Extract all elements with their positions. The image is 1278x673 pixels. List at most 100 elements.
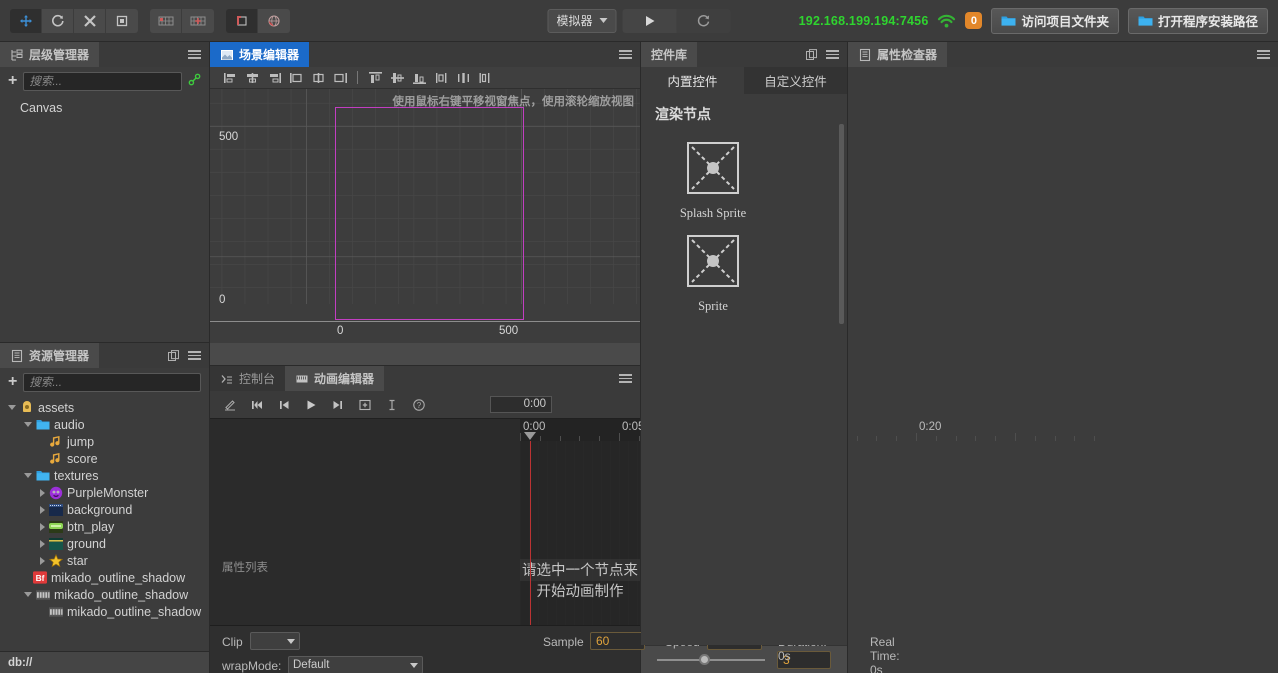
hierarchy-add-button[interactable]: + bbox=[8, 73, 17, 89]
hierarchy-menu-icon[interactable] bbox=[188, 50, 201, 59]
duplicate-panel-icon[interactable] bbox=[806, 48, 818, 61]
property-list-column[interactable]: 属性列表 bbox=[210, 419, 520, 625]
widget-item-sprite[interactable]: Sprite bbox=[655, 235, 771, 314]
slider-knob[interactable] bbox=[699, 653, 710, 665]
sample-input[interactable]: 60 bbox=[590, 632, 645, 650]
tab-builtin-widgets[interactable]: 内置控件 bbox=[641, 67, 744, 94]
add-keyframe-button[interactable] bbox=[357, 397, 372, 412]
notification-badge[interactable]: 0 bbox=[965, 12, 983, 29]
chevron-right-icon[interactable] bbox=[40, 522, 45, 531]
asset-tree-item[interactable]: mikado_outline_shadow bbox=[0, 586, 209, 603]
tab-widget-library[interactable]: 控件库 bbox=[641, 42, 698, 67]
link-icon[interactable] bbox=[188, 73, 201, 89]
snap-grid-tool-button[interactable] bbox=[182, 8, 214, 33]
chevron-down-icon[interactable] bbox=[8, 405, 16, 410]
asset-add-button[interactable]: + bbox=[8, 374, 17, 390]
current-time-field[interactable]: 0:00 bbox=[490, 396, 552, 413]
preview-reload-button[interactable] bbox=[676, 8, 731, 33]
asset-tree-item[interactable]: background bbox=[0, 501, 209, 518]
simulator-dropdown[interactable]: 模拟器 bbox=[547, 8, 617, 33]
move-tool-button[interactable] bbox=[10, 8, 42, 33]
play-button[interactable] bbox=[303, 397, 318, 412]
tab-custom-widgets[interactable]: 自定义控件 bbox=[744, 67, 847, 94]
edit-mode-button[interactable] bbox=[222, 397, 237, 412]
clip-dropdown[interactable] bbox=[250, 632, 300, 650]
tab-hierarchy[interactable]: 层级管理器 bbox=[0, 42, 100, 67]
rect-tool-button[interactable] bbox=[106, 8, 138, 33]
asset-tree-item[interactable]: ground bbox=[0, 535, 209, 552]
asset-tree-item[interactable]: star bbox=[0, 552, 209, 569]
scale-tool-button[interactable] bbox=[74, 8, 106, 33]
chevron-down-icon[interactable] bbox=[24, 592, 32, 597]
widget-menu-icon[interactable] bbox=[826, 50, 839, 59]
chevron-right-icon[interactable] bbox=[40, 505, 45, 514]
widget-item-splash-sprite[interactable]: Splash Sprite bbox=[655, 142, 771, 221]
tab-console[interactable]: 控制台 bbox=[210, 366, 286, 391]
align-horizontal-center-tool[interactable] bbox=[242, 69, 262, 87]
widget-list[interactable]: 渲染节点 Splash Sprite Sprite bbox=[641, 94, 847, 645]
animation-track-area[interactable]: 请选中一个节点来开始动画制作 bbox=[520, 419, 640, 625]
timeline-playhead[interactable] bbox=[530, 419, 531, 625]
align-right-tool[interactable] bbox=[264, 69, 284, 87]
distribute-center-tool[interactable] bbox=[308, 69, 328, 87]
align-top-tool[interactable] bbox=[365, 69, 385, 87]
align-left-tool[interactable] bbox=[220, 69, 240, 87]
hierarchy-node-canvas[interactable]: Canvas bbox=[0, 99, 209, 116]
distribute-right-tool[interactable] bbox=[330, 69, 350, 87]
asset-search-input[interactable]: 搜索... bbox=[23, 372, 201, 392]
open-project-folder-button[interactable]: 访问项目文件夹 bbox=[991, 7, 1119, 34]
chevron-down-icon[interactable] bbox=[24, 422, 32, 427]
jump-start-button[interactable] bbox=[249, 397, 264, 412]
asset-tree-item[interactable]: mikado_outline_shadow bbox=[0, 603, 209, 620]
align-bottom-tool[interactable] bbox=[409, 69, 429, 87]
chevron-down-icon[interactable] bbox=[24, 473, 32, 478]
timeline-tick bbox=[520, 433, 521, 441]
inspector-menu-group bbox=[1249, 42, 1278, 67]
help-button[interactable]: ? bbox=[411, 397, 426, 412]
widget-scrollbar[interactable] bbox=[839, 124, 844, 324]
chevron-right-icon[interactable] bbox=[40, 488, 45, 497]
playhead-handle[interactable] bbox=[524, 432, 536, 440]
asset-tree-item[interactable]: PurpleMonster bbox=[0, 484, 209, 501]
asset-tree-item[interactable]: jump bbox=[0, 433, 209, 450]
align-vertical-center-tool[interactable] bbox=[387, 69, 407, 87]
gizmo-local-tool-button[interactable] bbox=[226, 8, 258, 33]
distribute-left-tool[interactable] bbox=[286, 69, 306, 87]
preview-play-button[interactable] bbox=[622, 8, 677, 33]
asset-menu-icon[interactable] bbox=[188, 351, 201, 360]
chevron-right-icon[interactable] bbox=[40, 556, 45, 565]
distribute-middle-tool[interactable] bbox=[453, 69, 473, 87]
tab-inspector[interactable]: 属性检查器 bbox=[848, 42, 948, 67]
gizmo-global-tool-button[interactable] bbox=[258, 8, 290, 33]
asset-tree-item[interactable]: score bbox=[0, 450, 209, 467]
wrapmode-dropdown[interactable]: Default bbox=[288, 656, 423, 673]
duplicate-panel-icon[interactable] bbox=[168, 349, 180, 362]
open-install-path-button[interactable]: 打开程序安装路径 bbox=[1127, 7, 1268, 34]
asset-tree-item[interactable]: btn_play bbox=[0, 518, 209, 535]
asset-tree[interactable]: assets audio jump score textures PurpleMonste… bbox=[0, 396, 209, 651]
asset-tree-item[interactable]: assets bbox=[0, 399, 209, 416]
tab-scene-editor[interactable]: 场景编辑器 bbox=[210, 42, 310, 67]
scene-menu-icon[interactable] bbox=[619, 50, 632, 59]
animation-menu-icon[interactable] bbox=[619, 374, 632, 383]
scene-viewport[interactable]: 使用鼠标右键平移视窗焦点，使用滚轮缩放视图 500 0 0 500 1,000 bbox=[210, 89, 640, 343]
asset-tree-item[interactable]: Bf mikado_outline_shadow bbox=[0, 569, 209, 586]
hierarchy-search-input[interactable]: 搜索... bbox=[23, 71, 182, 91]
timeline-ruler[interactable]: 0:000:050:100:150:20 bbox=[520, 419, 1096, 441]
distribute-top-tool[interactable] bbox=[431, 69, 451, 87]
widget-zoom-slider[interactable] bbox=[657, 653, 765, 665]
prev-frame-button[interactable] bbox=[276, 397, 291, 412]
asset-tree-item[interactable]: textures bbox=[0, 467, 209, 484]
inspector-menu-icon[interactable] bbox=[1257, 50, 1270, 59]
asset-tree-item[interactable]: audio bbox=[0, 416, 209, 433]
hierarchy-tree[interactable]: Canvas bbox=[0, 95, 209, 342]
align-grid-tool-button[interactable] bbox=[150, 8, 182, 33]
tab-animation-editor[interactable]: 动画编辑器 bbox=[285, 366, 385, 391]
tab-assets[interactable]: 资源管理器 bbox=[0, 343, 100, 368]
next-frame-button[interactable] bbox=[330, 397, 345, 412]
chevron-right-icon[interactable] bbox=[40, 539, 45, 548]
timeline-tick bbox=[935, 436, 937, 441]
insert-button[interactable] bbox=[384, 397, 399, 412]
distribute-bottom-tool[interactable] bbox=[475, 69, 495, 87]
rotate-tool-button[interactable] bbox=[42, 8, 74, 33]
